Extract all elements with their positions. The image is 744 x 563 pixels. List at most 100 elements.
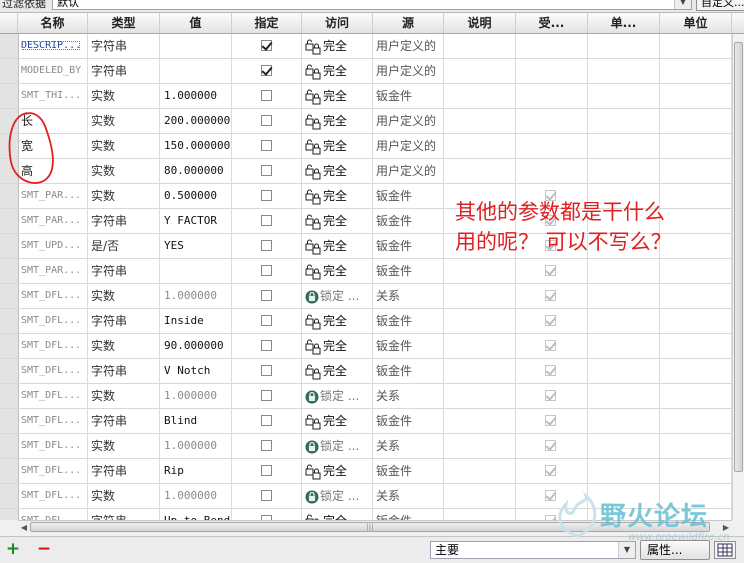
cell-value[interactable]: 1.000000 [160,84,232,108]
cell-unit-quantity[interactable] [588,434,660,458]
cell-access[interactable]: 完全 [302,134,373,158]
cell-description[interactable] [444,284,516,308]
cell-access[interactable]: 完全 [302,109,373,133]
cell-name[interactable]: SMT_UPD... [18,234,88,258]
cell-designate[interactable] [232,184,302,208]
cell-unit[interactable] [660,359,732,383]
cell-type[interactable]: 字符串 [88,459,160,483]
cell-designate[interactable] [232,509,302,520]
cell-source[interactable]: 关系 [373,384,444,408]
cell-source[interactable]: 钣金件 [373,359,444,383]
cell-unit-quantity[interactable] [588,84,660,108]
cell-unit-quantity[interactable] [588,309,660,333]
cell-unit-quantity[interactable] [588,34,660,58]
designate-checkbox[interactable] [261,165,272,176]
cell-source[interactable]: 用户定义的 [373,134,444,158]
cell-type[interactable]: 字符串 [88,509,160,520]
cell-value[interactable]: YES [160,234,232,258]
cell-restricted[interactable] [516,159,588,183]
cell-unit[interactable] [660,109,732,133]
properties-button[interactable]: 属性... [640,540,710,560]
cell-source[interactable]: 关系 [373,284,444,308]
cell-type[interactable]: 实数 [88,384,160,408]
column-header-restricted[interactable]: 受... [516,13,588,33]
customize-button[interactable]: 自定义... [696,0,744,11]
table-row[interactable]: SMT_DFL... 字符串 Inside 完全 钣金件 [0,309,732,334]
cell-source[interactable]: 用户定义的 [373,159,444,183]
column-header-access[interactable]: 访问 [302,13,373,33]
cell-value[interactable]: Inside [160,309,232,333]
table-row[interactable]: SMT_DFL... 字符串 V Notch 完全 钣金件 [0,359,732,384]
cell-designate[interactable] [232,159,302,183]
chevron-down-icon[interactable]: ▼ [674,0,691,9]
cell-name[interactable]: SMT_DFL... [18,459,88,483]
cell-designate[interactable] [232,434,302,458]
cell-type[interactable]: 字符串 [88,259,160,283]
cell-type[interactable]: 字符串 [88,359,160,383]
cell-access[interactable]: 锁定 ... [302,384,373,408]
cell-source[interactable]: 钣金件 [373,84,444,108]
cell-type[interactable]: 实数 [88,284,160,308]
cell-unit[interactable] [660,459,732,483]
cell-source[interactable]: 钣金件 [373,184,444,208]
cell-restricted[interactable] [516,284,588,308]
table-row[interactable]: SMT_DFL... 实数 90.000000 完全 钣金件 [0,334,732,359]
cell-access[interactable]: 完全 [302,459,373,483]
cell-unit[interactable] [660,34,732,58]
cell-unit-quantity[interactable] [588,334,660,358]
designate-checkbox[interactable] [261,190,272,201]
column-header-designate[interactable]: 指定 [232,13,302,33]
cell-value[interactable]: Up to Bend [160,509,232,520]
cell-value[interactable]: Rip [160,459,232,483]
cell-access[interactable]: 完全 [302,259,373,283]
cell-designate[interactable] [232,134,302,158]
cell-unit[interactable] [660,159,732,183]
table-row[interactable]: 高实数 80.000000 完全 用户定义的 [0,159,732,184]
cell-name[interactable]: SMT_DFL... [18,409,88,433]
cell-restricted[interactable] [516,84,588,108]
cell-unit-quantity[interactable] [588,459,660,483]
cell-access[interactable]: 完全 [302,159,373,183]
cell-designate[interactable] [232,109,302,133]
cell-description[interactable] [444,384,516,408]
cell-description[interactable] [444,34,516,58]
cell-designate[interactable] [232,484,302,508]
remove-parameter-button[interactable]: − [34,541,54,559]
cell-name[interactable]: DESCRIP... [18,34,88,58]
cell-name[interactable]: SMT_DFL... [18,334,88,358]
cell-designate[interactable] [232,284,302,308]
parameters-table[interactable]: DESCRIP... 字符串 完全 用户定义的 MODELED_BY 字符串 完全 用户定义的… [0,34,732,520]
cell-name[interactable]: SMT_DFL... [18,434,88,458]
table-row[interactable]: SMT_DFL... 字符串 Rip 完全 钣金件 [0,459,732,484]
column-header-name[interactable]: 名称 [18,13,88,33]
cell-unit-quantity[interactable] [588,284,660,308]
cell-name[interactable]: SMT_THI... [18,84,88,108]
column-header-unit-quantity[interactable]: 单... [588,13,660,33]
cell-access[interactable]: 锁定 ... [302,284,373,308]
cell-unit[interactable] [660,284,732,308]
cell-designate[interactable] [232,209,302,233]
cell-unit[interactable] [660,334,732,358]
cell-value[interactable]: 1.000000 [160,384,232,408]
chevron-down-icon[interactable]: ▼ [618,542,635,558]
cell-designate[interactable] [232,384,302,408]
cell-unit-quantity[interactable] [588,359,660,383]
cell-description[interactable] [444,334,516,358]
cell-value[interactable]: 1.000000 [160,434,232,458]
designate-checkbox[interactable] [261,265,272,276]
cell-name[interactable]: SMT_DFL... [18,384,88,408]
cell-restricted[interactable] [516,309,588,333]
cell-unit-quantity[interactable] [588,384,660,408]
cell-access[interactable]: 完全 [302,334,373,358]
cell-type[interactable]: 实数 [88,109,160,133]
cell-value[interactable]: Y FACTOR [160,209,232,233]
vertical-scrollbar[interactable] [732,34,744,520]
designate-checkbox[interactable] [261,415,272,426]
cell-designate[interactable] [232,334,302,358]
cell-description[interactable] [444,509,516,520]
cell-type[interactable]: 字符串 [88,309,160,333]
cell-value[interactable]: Blind [160,409,232,433]
cell-name[interactable]: SMT_DFL... [18,284,88,308]
cell-access[interactable]: 锁定 ... [302,434,373,458]
cell-description[interactable] [444,159,516,183]
